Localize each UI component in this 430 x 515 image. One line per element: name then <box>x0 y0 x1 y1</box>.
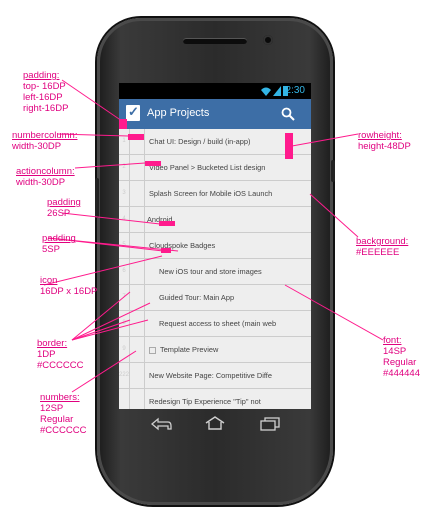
annotation-actioncolumn: actioncolumn: width-30DP <box>16 166 75 188</box>
annotation-padding-top: padding: top- 16DP left-16DP right-16DP <box>23 70 69 114</box>
annotation-padding-26: padding 26SP <box>47 197 81 219</box>
annotation-border: border: 1DP #CCCCCC <box>37 338 84 371</box>
annotation-numbercolumn: numbercolumn: width-30DP <box>12 130 78 152</box>
annotation-font: font: 14SP Regular #444444 <box>383 335 420 379</box>
annotation-icon: icon 16DP x 16DP <box>40 275 98 297</box>
annotation-background: background: #EEEEEE <box>356 236 409 258</box>
annotation-rowheight: rowheight: height-48DP <box>358 130 411 152</box>
annotation-padding-5: padding 5SP <box>42 233 76 255</box>
annotation-numbers: numbers: 12SP Regular #CCCCCC <box>40 392 87 436</box>
